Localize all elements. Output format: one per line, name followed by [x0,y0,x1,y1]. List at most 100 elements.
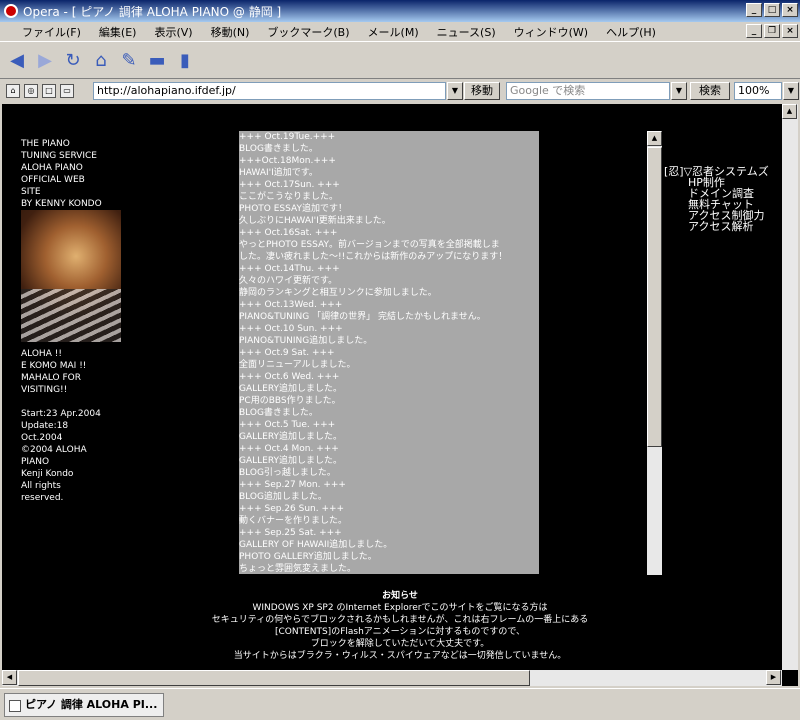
mdi-minimize-button[interactable]: _ [746,24,762,38]
zoom-dropdown-button[interactable]: ▼ [783,82,799,100]
page-vertical-scrollbar[interactable]: ▲ [782,104,798,670]
menu-view[interactable]: 表示(V) [145,24,201,40]
ninja-item[interactable]: アクセス解析 [664,221,769,232]
news-line: +++ Oct.13Wed. +++ [239,300,343,310]
scroll-thumb[interactable] [647,147,662,447]
news-line: PHOTO ESSAY追加です！ [239,204,347,214]
address-dropdown-button[interactable]: ▼ [447,82,463,100]
menu-navigate[interactable]: 移動(N) [202,24,259,40]
news-line: BLOG引っ越しました。 [239,468,336,478]
news-line: +++ Oct.17Sun. +++ [239,180,340,190]
menu-news[interactable]: ニュース(S) [428,24,505,40]
news-line: 動くバナーを作りました。 [239,516,348,526]
window-title: Opera - [ ピアノ 調律 ALOHA PIANO @ 静岡 ] [23,4,282,19]
menu-window[interactable]: ウィンドウ(W) [505,24,597,40]
news-line: 全面リニューアルしました。 [239,360,356,370]
opera-logo-icon [4,4,18,18]
page-icon[interactable]: ▮ [174,49,196,73]
document-icon[interactable]: □ [42,84,56,98]
minimize-button[interactable]: _ [746,3,762,17]
news-line: +++ Sep.25 Sat. +++ [239,528,342,538]
news-line: +++ Oct.4 Mon. +++ [239,444,339,454]
page-horizontal-scrollbar[interactable]: ◀ ▶ [2,670,782,686]
notice-line: WINDOWS XP SP2 のInternet Explorerでこのサイトを… [252,603,548,613]
news-line: +++Oct.18Mon.+++ [239,156,336,166]
page-content: THE PIANO TUNING SERVICE ALOHA PIANO OFF… [2,104,798,686]
scroll-up-arrow-icon[interactable]: ▲ [647,131,662,146]
wand-icon[interactable]: ◎ [24,84,38,98]
news-line: BLOG書きました。 [239,408,318,418]
news-line: GALLERY追加しました。 [239,432,343,442]
news-line: した。凄い疲れました～!!これからは新作のみアップになります！ [239,252,508,262]
news-line: PHOTO GALLERY追加しました。 [239,552,377,562]
zoom-field[interactable]: 100% [734,82,782,100]
news-line: 久々のハワイ更新です。 [239,276,338,286]
lock-icon[interactable]: ⌂ [6,84,20,98]
news-frame-scrollbar[interactable]: ▲ [647,131,662,575]
navigation-toolbar: ◀ ▶ ↻ ⌂ ✎ ▬ ▮ [0,43,800,79]
news-line: PIANO&TUNING追加しました。 [239,336,373,346]
page-scroll-up-arrow-icon[interactable]: ▲ [782,104,797,119]
close-button[interactable]: × [782,3,798,17]
left-frame: THE PIANO TUNING SERVICE ALOHA PIANO OFF… [21,138,131,504]
news-line: ちょっと雰囲気変えました。 [239,564,357,574]
news-line: +++ Oct.16Sat. +++ [239,228,338,238]
news-line: GALLERY追加しました。 [239,384,343,394]
forward-arrow-icon[interactable]: ▶ [34,49,56,73]
news-line: BLOG書きました。 [239,144,318,154]
news-line: +++ Oct.10 Sun. +++ [239,324,343,334]
mdi-restore-button[interactable]: ❐ [764,24,780,38]
news-line: 静岡のランキングと相互リンクに参加しました。 [239,288,437,298]
news-panel: +++ Oct.19Tue.+++ BLOG書きました。 +++Oct.18Mo… [239,131,539,574]
notice-line: セキュリティの何やらでブロックされるかもしれませんが、これは右フレームの一番上に… [211,615,589,625]
news-line: +++ Oct.14Thu. +++ [239,264,340,274]
title-bar: Opera - [ ピアノ 調律 ALOHA PIANO @ 静岡 ] _ □ … [0,0,800,22]
hotlist-icon[interactable]: ✎ [118,49,140,73]
greeting-text: ALOHA !! E KOMO MAI !! MAHALO FOR VISITI… [21,349,87,395]
search-button[interactable]: 検索 [690,82,730,100]
news-line: +++ Oct.6 Wed. +++ [239,372,340,382]
news-line: HAWAI'I追加です。 [239,168,318,178]
menu-bar: ファイル(F) 編集(E) 表示(V) 移動(N) ブックマーク(B) メール(… [0,22,800,42]
search-input[interactable]: Google で検索 [506,82,670,100]
menu-edit[interactable]: 編集(E) [90,24,146,40]
page-tab[interactable]: ピアノ 調律 ALOHA PI... [4,693,164,717]
profile-photo [21,210,121,342]
news-line: やっとPHOTO ESSAY。前バージョンまでの写真を全部掲載しま [239,240,500,250]
menu-mail[interactable]: メール(M) [359,24,428,40]
news-line: PC用のBBS作りました。 [239,396,341,406]
home-icon[interactable]: ⌂ [90,49,112,73]
search-dropdown-button[interactable]: ▼ [671,82,687,100]
scroll-right-arrow-icon[interactable]: ▶ [766,670,781,685]
news-line: GALLERY OF HAWAII追加しました。 [239,540,393,550]
address-bar: ⌂ ◎ □ ▭ http://alohapiano.ifdef.jp/ ▼ 移動… [0,80,800,102]
back-arrow-icon[interactable]: ◀ [6,49,28,73]
news-line: 久しぶりにHAWAI'I更新出来ました。 [239,216,391,226]
menu-bookmarks[interactable]: ブックマーク(B) [258,24,358,40]
notice-line: [CONTENTS]のFlashアニメーションに対するものですので、 [274,627,526,637]
news-line: +++ Oct.9 Sat. +++ [239,348,335,358]
horizontal-scroll-thumb[interactable] [18,670,530,686]
address-input[interactable]: http://alohapiano.ifdef.jp/ [93,82,446,100]
menu-help[interactable]: ヘルプ(H) [597,24,665,40]
mdi-close-button[interactable]: × [782,24,798,38]
menu-file[interactable]: ファイル(F) [0,24,90,40]
news-line: PIANO&TUNING 「調律の世界」 完結したかもしれません。 [239,312,486,322]
notice-line: 当サイトからはブラクラ・ウィルス・スパイウェアなどは一切発信していません。 [233,651,567,661]
notice-section: お知らせ WINDOWS XP SP2 のInternet Explorerでこ… [2,590,798,662]
go-button[interactable]: 移動 [464,82,500,100]
news-line: +++ Oct.19Tue.+++ [239,132,336,142]
reload-icon[interactable]: ↻ [62,49,84,73]
news-line: GALLERY追加しました。 [239,456,343,466]
scroll-left-arrow-icon[interactable]: ◀ [2,670,17,685]
news-line: BLOG追加しました。 [239,492,327,502]
news-line: +++ Sep.27 Mon. +++ [239,480,346,490]
news-line: +++ Oct.5 Tue. +++ [239,420,336,430]
notice-line: ブロックを解除していただいて大丈夫です。 [310,639,490,649]
new-page-icon[interactable]: ▭ [60,84,74,98]
news-line: ここがこうなりました。 [239,192,339,202]
notice-title: お知らせ [382,591,418,601]
site-intro: THE PIANO TUNING SERVICE ALOHA PIANO OFF… [21,139,102,209]
maximize-button[interactable]: □ [764,3,780,17]
print-icon[interactable]: ▬ [146,49,168,73]
